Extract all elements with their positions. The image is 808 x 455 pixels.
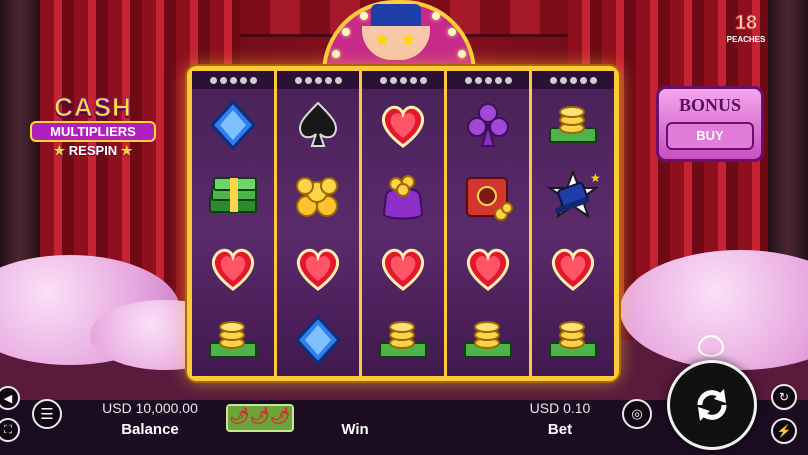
purple-club-icon (458, 95, 518, 155)
star-icon: ★ (120, 143, 133, 158)
logo-line-2: MULTIPLIERS (30, 121, 156, 142)
reel-frame: ★ (187, 66, 619, 381)
peach-icon (698, 335, 724, 357)
red-heart-icon (373, 95, 433, 155)
red-heart-icon (543, 238, 603, 298)
blue-diamond-icon (288, 310, 348, 370)
hamburger-menu-icon[interactable]: ☰ (32, 399, 62, 429)
balance-value: USD 10,000.00 (102, 400, 198, 416)
win-label: Win (341, 421, 369, 438)
magician-hat-icon: ★ (543, 167, 603, 227)
bet-value: USD 0.10 (529, 400, 591, 416)
bet-label: Bet (547, 421, 573, 438)
cash-coins-icon (373, 310, 433, 370)
reel-4 (447, 89, 532, 376)
brand-number: 18 (734, 12, 758, 35)
balance-label: Balance (121, 421, 179, 438)
brand-name: PEACHES (726, 35, 766, 44)
treasure-safe-icon (458, 167, 518, 227)
coin-stack-icon[interactable]: ◎ (622, 399, 652, 429)
reel-3 (362, 89, 447, 376)
cash-stack-icon (203, 167, 263, 227)
black-spade-icon (288, 95, 348, 155)
reel-1 (192, 89, 277, 376)
star-icon: ★ (53, 143, 66, 158)
red-heart-icon (373, 238, 433, 298)
svg-text:★: ★ (590, 171, 600, 185)
lightning-icon[interactable]: ⚡ (771, 418, 797, 444)
logo-line-3: ★ RESPIN ★ (30, 143, 156, 159)
cash-coins-icon (203, 310, 263, 370)
magician-hat-icon (371, 4, 421, 28)
brand-logo: 18 PEACHES (726, 12, 766, 45)
red-heart-icon (288, 238, 348, 298)
bonus-title: BONUS (678, 95, 741, 115)
gold-coins-icon (288, 167, 348, 227)
cash-coins-icon (458, 310, 518, 370)
chili-peppers-icon: 🌶🌶🌶 (226, 404, 294, 432)
bonus-buy-panel: BONUS BUY (656, 86, 764, 162)
red-heart-icon (203, 238, 263, 298)
red-heart-icon (458, 238, 518, 298)
blue-diamond-icon (203, 95, 263, 155)
bonus-buy-button[interactable]: BUY (666, 122, 754, 150)
money-bag-icon (373, 167, 433, 227)
reel-2 (277, 89, 362, 376)
reels-grid: ★ (192, 89, 614, 376)
game-stage: ★ ★ 18 PEACHES CASH MULTIPLIERS ★ RESPIN… (0, 0, 808, 455)
cash-coins-icon (543, 310, 603, 370)
game-logo: CASH MULTIPLIERS ★ RESPIN ★ (30, 92, 156, 159)
autoplay-icon[interactable]: ↻ (771, 384, 797, 410)
cash-coins-icon (543, 95, 603, 155)
logo-line-3-text: RESPIN (68, 143, 118, 158)
reel-5: ★ (532, 89, 614, 376)
logo-line-1: CASH (54, 92, 132, 123)
reel-light-bar (192, 71, 614, 89)
spin-arrows-icon (697, 389, 727, 421)
spin-button[interactable] (667, 360, 757, 450)
